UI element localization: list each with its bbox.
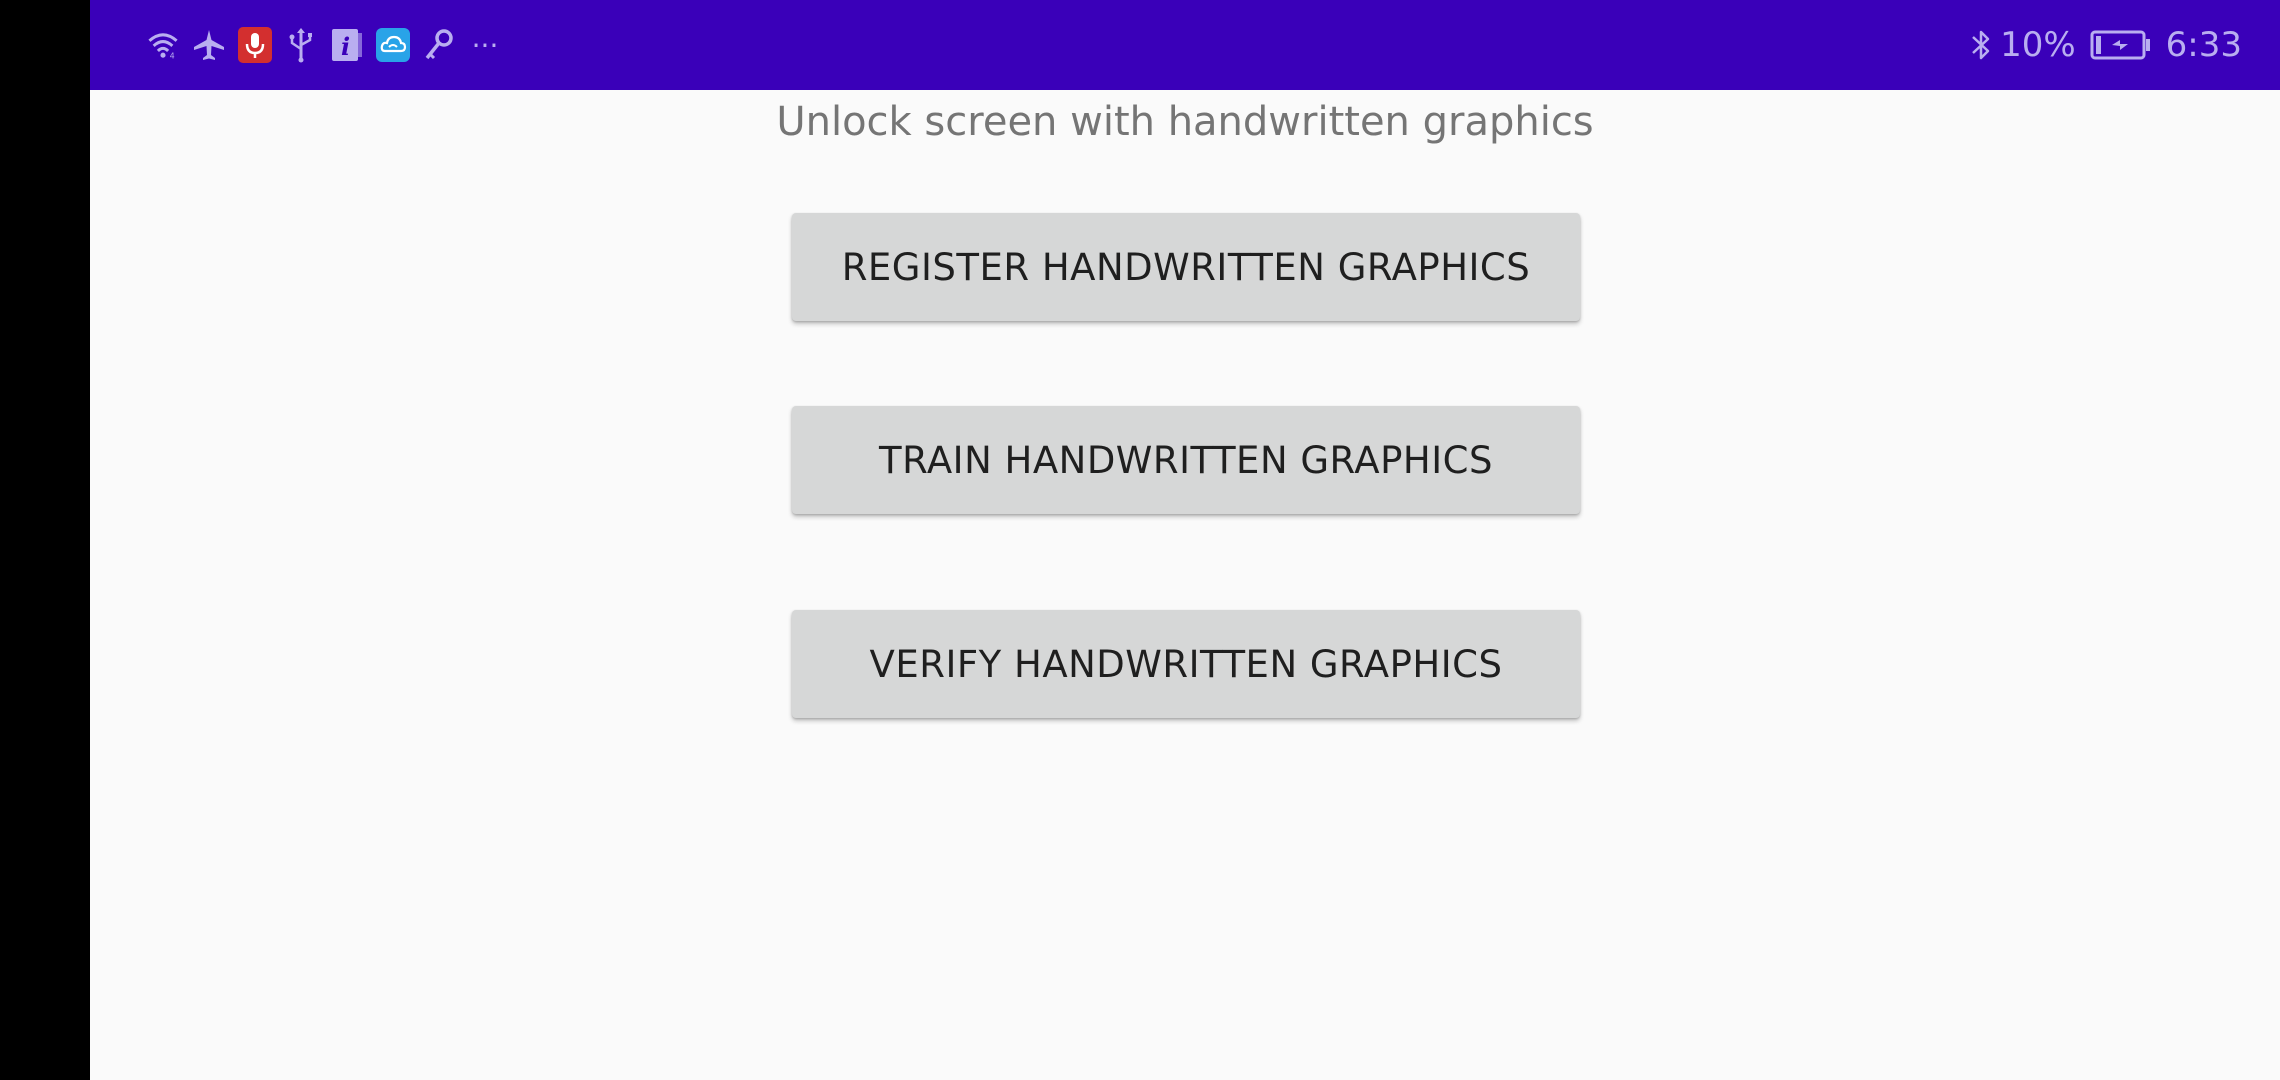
key-icon <box>422 28 456 62</box>
svg-text:i: i <box>341 32 350 61</box>
left-black-bar <box>0 0 90 1080</box>
battery-charging-icon <box>2090 29 2152 61</box>
status-icons-right: 10% 6:33 <box>1970 0 2242 90</box>
page-subtitle: Unlock screen with handwritten graphics <box>776 99 1594 145</box>
register-handwritten-graphics-button[interactable]: REGISTER HANDWRITTEN GRAPHICS <box>792 213 1580 321</box>
app-screen: 4 i ··· 10% 6:33 Unlock screen with hand… <box>90 0 2280 1080</box>
verify-handwritten-graphics-button[interactable]: VERIFY HANDWRITTEN GRAPHICS <box>792 610 1580 718</box>
status-icons-left: 4 i ··· <box>146 0 502 90</box>
svg-text:4: 4 <box>170 52 175 61</box>
battery-percent: 10% <box>2000 25 2076 65</box>
clock: 6:33 <box>2165 25 2242 65</box>
cloud-icon <box>376 28 410 62</box>
airplane-icon <box>192 28 226 62</box>
bluetooth-icon <box>1970 27 1992 63</box>
microphone-icon <box>238 27 272 63</box>
wifi-icon: 4 <box>146 28 180 62</box>
more-icon: ··· <box>471 28 499 62</box>
usb-icon <box>284 28 318 63</box>
train-handwritten-graphics-button[interactable]: TRAIN HANDWRITTEN GRAPHICS <box>792 406 1580 514</box>
info-icon: i <box>330 28 364 62</box>
status-bar: 4 i ··· 10% 6:33 <box>90 0 2280 90</box>
